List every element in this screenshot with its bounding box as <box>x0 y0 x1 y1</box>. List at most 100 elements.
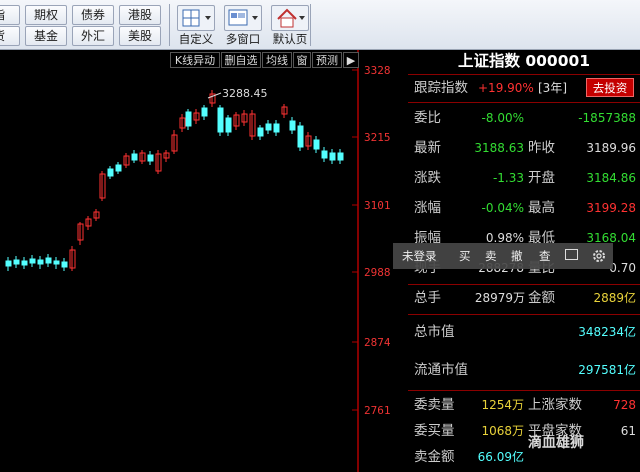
track-index-row: 跟踪指数 +19.90% [3年] 去投资 <box>408 76 640 100</box>
quote-row: 委比 -8.00% -1857388 <box>408 106 640 130</box>
toolbar-separator <box>310 4 311 46</box>
amount-value: 2889亿 <box>593 291 636 305</box>
track-index-label: 跟踪指数 <box>414 80 468 96</box>
high-annotation-label: 3288.45 <box>222 87 268 100</box>
kline-chart[interactable]: 3288.45 <box>0 50 360 472</box>
y-tick-label: 2988 <box>364 266 391 279</box>
track-index-value: +19.90% <box>478 81 534 95</box>
market-tab-index[interactable]: 指 <box>0 5 20 25</box>
market-cap-value: 348234亿 <box>578 325 636 339</box>
candle-body <box>257 127 264 137</box>
quote-label: 开盘 <box>528 170 555 186</box>
float-cap-value: 297581亿 <box>578 363 636 377</box>
chart-panel-toggle-icon[interactable]: ▶ <box>343 52 359 68</box>
panel-divider <box>408 102 640 103</box>
sell-volume-value: 1254万 <box>481 398 524 412</box>
candle-body <box>37 259 44 265</box>
candle-body <box>217 107 224 133</box>
quote-label: 委比 <box>414 110 441 126</box>
candle-body <box>61 261 68 268</box>
total-hands-value: 28979万 <box>474 291 525 305</box>
default-page-button[interactable]: 默认页 <box>267 3 313 47</box>
settings-gear-icon[interactable] <box>591 243 607 278</box>
customize-label: 自定义 <box>178 32 214 46</box>
candle-body <box>45 257 52 264</box>
window-icon[interactable] <box>565 249 578 260</box>
candle-body <box>273 123 280 133</box>
quote-value: -1857388 <box>578 111 636 125</box>
quote-label: 涨幅 <box>414 200 441 216</box>
market-tab-hk[interactable]: 港股 <box>119 5 161 25</box>
invest-button[interactable]: 去投资 <box>586 78 634 97</box>
tab-forecast[interactable]: 预测 <box>312 52 342 68</box>
quote-label: 最新 <box>414 140 441 156</box>
multi-window-button[interactable]: 多窗口 <box>220 3 266 47</box>
market-tab-options[interactable]: 期权 <box>25 5 67 25</box>
market-tab-bonds[interactable]: 债券 <box>72 5 114 25</box>
candle-body <box>201 107 208 117</box>
sell-volume-row: 委卖量 1254万 上涨家数 728 <box>408 393 640 417</box>
float-cap-label: 流通市值 <box>414 362 468 378</box>
buy-button[interactable]: 买 <box>459 243 471 269</box>
panel-divider <box>408 74 640 75</box>
quote-value: 0.70 <box>609 261 636 275</box>
y-tick-label: 2761 <box>364 404 391 417</box>
buy-volume-value: 1068万 <box>481 424 524 438</box>
candle-body <box>115 164 122 172</box>
y-tick-label: 2874 <box>364 336 391 349</box>
quote-label: 最高 <box>528 200 555 216</box>
up-count-value: 728 <box>613 398 636 412</box>
market-tab-forex[interactable]: 外汇 <box>72 26 114 46</box>
quote-row: 最新 3188.63 昨收 3189.96 <box>408 136 640 160</box>
candle-body <box>29 258 36 264</box>
market-tab-us[interactable]: 美股 <box>119 26 161 46</box>
home-icon <box>271 5 309 31</box>
candle-body <box>5 260 12 267</box>
track-index-period: [3年] <box>538 81 567 95</box>
candle-body <box>225 117 232 133</box>
candle-body <box>289 120 296 131</box>
quote-value: 3199.28 <box>586 201 636 215</box>
candle-body <box>321 150 328 159</box>
tab-moving-average[interactable]: 均线 <box>262 52 292 68</box>
y-tick-label: 3215 <box>364 131 391 144</box>
y-tick-label: 3328 <box>364 64 391 77</box>
flat-count-value: 61 <box>620 424 636 438</box>
panel-divider <box>408 314 640 315</box>
quote-value: 3184.86 <box>586 171 636 185</box>
market-tab-funds[interactable]: 基金 <box>25 26 67 46</box>
market-cap-label: 总市值 <box>414 324 455 340</box>
query-button[interactable]: 查 <box>539 243 551 269</box>
sell-amount-value: 66.09亿 <box>477 450 524 464</box>
candle-body <box>329 152 336 161</box>
tab-kline-anomaly[interactable]: K线异动 <box>170 52 220 68</box>
candle-body <box>107 168 114 177</box>
float-cap-row: 流通市值 297581亿 <box>408 358 640 382</box>
y-tick-label: 3101 <box>364 199 391 212</box>
candle-body <box>13 259 20 265</box>
market-tab-fx-goods[interactable]: 货 <box>0 26 20 46</box>
tab-window[interactable]: 窗 <box>293 52 311 68</box>
cancel-order-button[interactable]: 撤 <box>511 243 523 269</box>
quote-row: 涨幅 -0.04% 最高 3199.28 <box>408 196 640 220</box>
candle-body <box>313 139 320 150</box>
quote-value: 3188.63 <box>474 141 524 155</box>
candle-body <box>265 123 272 131</box>
panel-divider <box>408 284 640 285</box>
total-hands-row: 总手 28979万 金额 2889亿 <box>408 286 640 310</box>
sell-button[interactable]: 卖 <box>485 243 497 269</box>
candle-body <box>337 152 344 161</box>
candle-body <box>53 260 60 265</box>
candle-body <box>21 260 28 266</box>
candle-body <box>147 154 154 162</box>
watermark: 滴血雄狮 <box>528 435 584 451</box>
total-hands-label: 总手 <box>414 290 441 306</box>
candle-body <box>131 153 138 161</box>
sell-amount-row: 卖金额 66.09亿 <box>408 445 640 469</box>
customize-button[interactable]: 自定义 <box>173 3 219 47</box>
tab-remove-watchlist[interactable]: 删自选 <box>221 52 261 68</box>
buy-volume-label: 委买量 <box>414 423 455 439</box>
sell-volume-label: 委卖量 <box>414 397 455 413</box>
candle-body <box>297 125 304 148</box>
login-status[interactable]: 未登录 <box>402 243 437 269</box>
